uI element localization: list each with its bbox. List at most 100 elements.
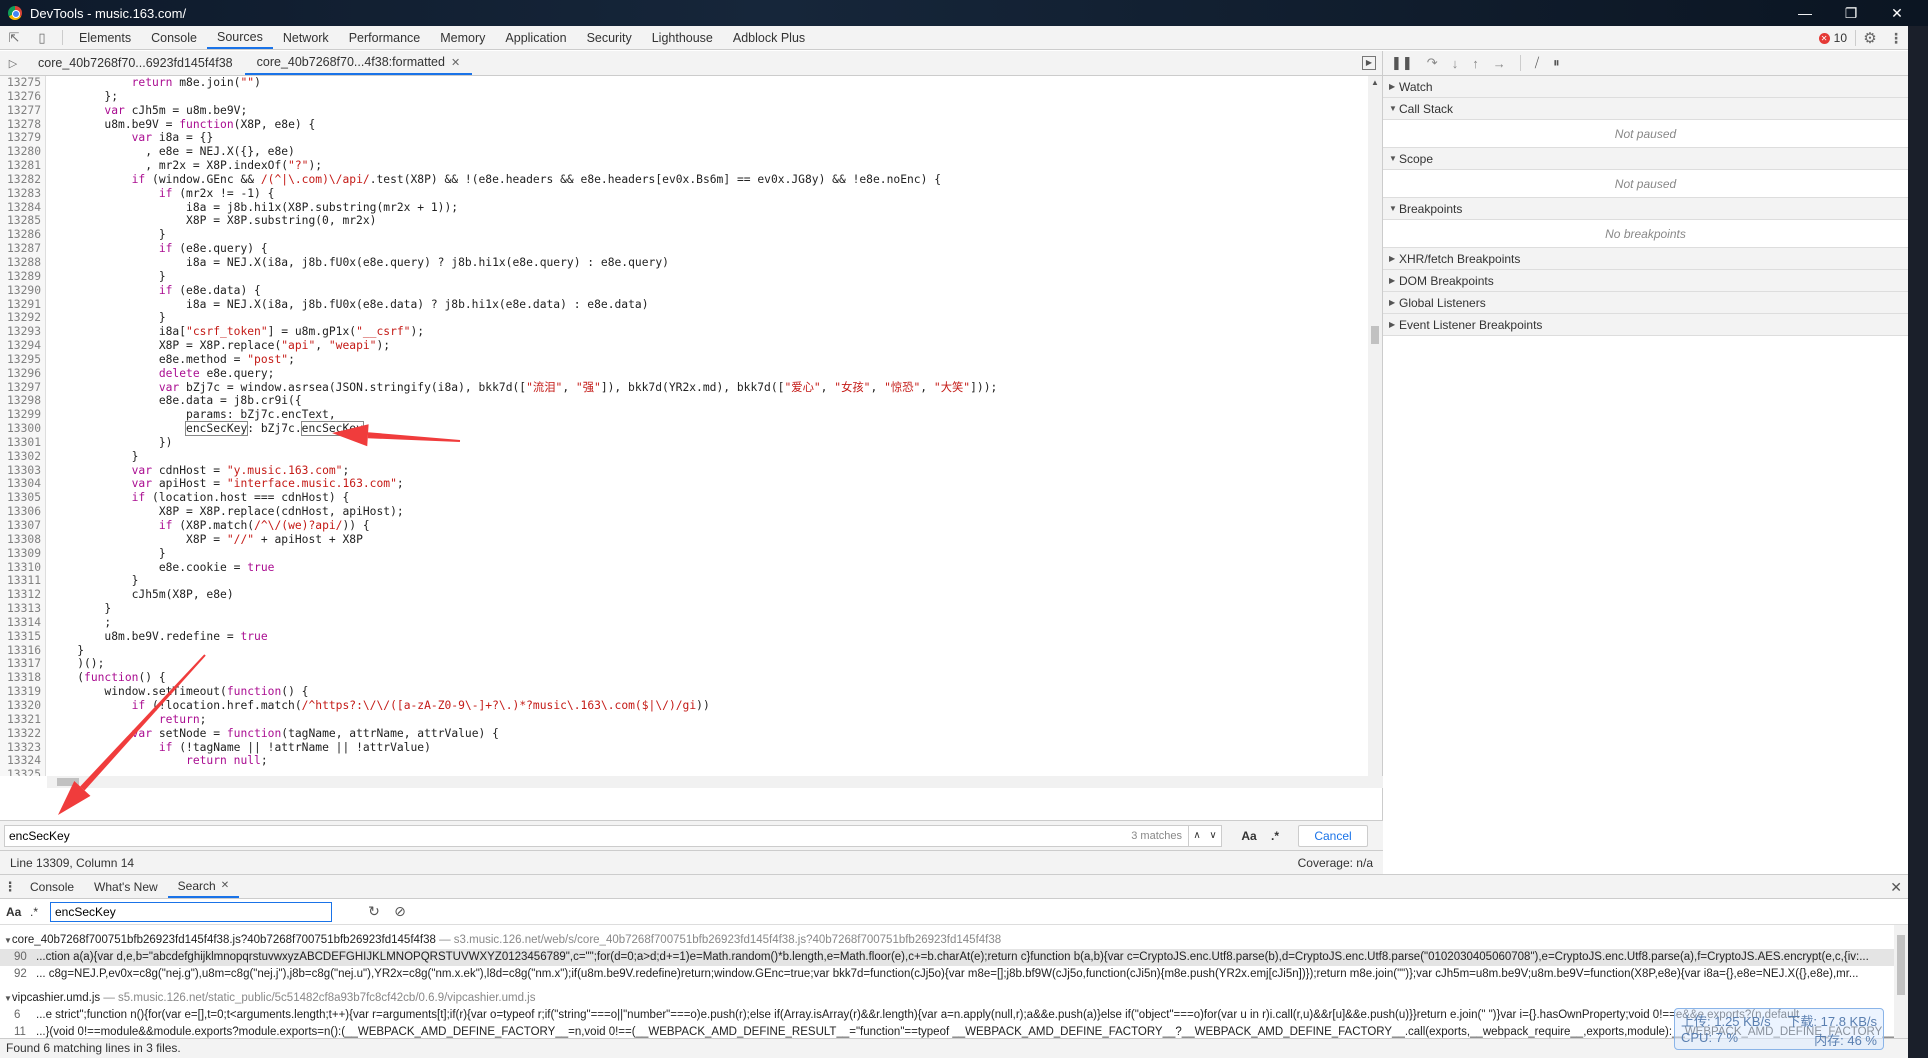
step-out-icon[interactable]: ↑ [1472, 56, 1479, 71]
line-number[interactable]: 13311 [0, 574, 46, 589]
line-number[interactable]: 13286 [0, 228, 46, 243]
line-number[interactable]: 13294 [0, 339, 46, 353]
line-number[interactable]: 13290 [0, 283, 46, 298]
line-number[interactable]: 13298 [0, 394, 46, 409]
clear-icon[interactable]: ⊘ [390, 903, 410, 920]
pane-watch[interactable]: ▶ Watch [1383, 76, 1908, 98]
line-number[interactable]: 13301 [0, 435, 46, 450]
line-number[interactable]: 13279 [0, 131, 46, 146]
tab-performance[interactable]: Performance [339, 26, 431, 49]
tab-adblock-plus[interactable]: Adblock Plus [723, 26, 815, 49]
tab-lighthouse[interactable]: Lighthouse [642, 26, 723, 49]
toggle-navigator-icon[interactable]: ▷ [0, 51, 26, 75]
previous-match-button[interactable]: ∧ [1189, 830, 1205, 841]
line-number[interactable]: 13317 [0, 657, 46, 672]
regex-toggle[interactable]: .* [1262, 829, 1288, 843]
line-number[interactable]: 13319 [0, 685, 46, 699]
line-number[interactable]: 13295 [0, 352, 46, 367]
line-number[interactable]: 13297 [0, 380, 46, 395]
line-number[interactable]: 13302 [0, 449, 46, 464]
line-number[interactable]: 13325 [0, 768, 46, 776]
regex-toggle[interactable]: .* [30, 905, 44, 919]
toggle-debugger-icon[interactable]: ▶ [1362, 56, 1376, 70]
line-number[interactable]: 13282 [0, 172, 46, 187]
results-scrollbar[interactable] [1894, 925, 1908, 1039]
scrollbar-thumb[interactable] [1897, 935, 1905, 995]
line-number[interactable]: 13314 [0, 615, 46, 630]
line-number[interactable]: 13312 [0, 588, 46, 603]
line-number[interactable]: 13310 [0, 560, 46, 575]
close-drawer-icon[interactable]: ✕ [1890, 879, 1902, 896]
line-number[interactable]: 13280 [0, 145, 46, 160]
drawer-tab-what-s-new[interactable]: What's New [84, 875, 168, 898]
line-number[interactable]: 13303 [0, 463, 46, 478]
file-tab[interactable]: core_40b7268f70...4f38:formatted ✕ [244, 51, 473, 75]
pane-xhr-fetch-breakpoints[interactable]: ▶ XHR/fetch Breakpoints [1383, 248, 1908, 270]
global-search-input[interactable] [50, 901, 332, 922]
tab-sources[interactable]: Sources [206, 26, 273, 49]
device-toolbar-icon[interactable]: ▯ [28, 26, 56, 49]
step-icon[interactable]: → [1493, 56, 1506, 71]
file-tab[interactable]: core_40b7268f70...6923fd145f4f38 [26, 51, 245, 75]
scroll-up-icon[interactable]: ▲ [1371, 78, 1379, 87]
close-tab-icon[interactable]: ✕ [221, 880, 229, 891]
next-match-button[interactable]: ∨ [1205, 830, 1221, 841]
minimize-button[interactable]: — [1782, 5, 1828, 21]
pane-dom-breakpoints[interactable]: ▶ DOM Breakpoints [1383, 270, 1908, 292]
line-number[interactable]: 13284 [0, 200, 46, 215]
pane-event-listener-breakpoints[interactable]: ▶ Event Listener Breakpoints [1383, 314, 1908, 336]
line-number[interactable]: 13309 [0, 546, 46, 561]
deactivate-breakpoints-icon[interactable]: ⧸ [1535, 55, 1539, 71]
step-into-icon[interactable]: ↓ [1452, 56, 1459, 71]
tab-security[interactable]: Security [577, 26, 642, 49]
pause-resume-icon[interactable]: ❚❚ [1391, 55, 1413, 71]
line-number[interactable]: 13323 [0, 740, 46, 755]
line-number[interactable]: 13304 [0, 477, 46, 492]
line-number[interactable]: 13277 [0, 103, 46, 118]
tab-network[interactable]: Network [273, 26, 339, 49]
close-tab-icon[interactable]: ✕ [451, 56, 460, 69]
line-number[interactable]: 13307 [0, 519, 46, 533]
more-options-icon[interactable]: ⋮ [1884, 30, 1908, 47]
pause-on-exceptions-icon[interactable]: ⏸ [1553, 55, 1560, 71]
line-number[interactable]: 13313 [0, 602, 46, 616]
line-number[interactable]: 13318 [0, 671, 46, 686]
match-case-toggle[interactable]: Aa [1236, 829, 1262, 843]
line-number[interactable]: 13316 [0, 643, 46, 658]
tab-memory[interactable]: Memory [430, 26, 495, 49]
pane-call-stack[interactable]: ▼ Call Stack [1383, 98, 1908, 120]
code-editor[interactable]: 13275 return m8e.join("") 13276 }; 13277 v… [0, 76, 1383, 776]
line-number[interactable]: 13306 [0, 505, 46, 519]
line-number[interactable]: 13299 [0, 408, 46, 423]
drawer-menu-icon[interactable]: ⋮ [0, 875, 20, 898]
line-number[interactable]: 13315 [0, 629, 46, 644]
line-number[interactable]: 13291 [0, 297, 46, 312]
line-number[interactable]: 13289 [0, 269, 46, 284]
line-number[interactable]: 13321 [0, 712, 46, 727]
result-file-header[interactable]: ▼vipcashier.umd.js — s5.music.126.net/st… [0, 989, 1908, 1007]
line-number[interactable]: 13300 [0, 422, 46, 436]
close-window-button[interactable]: ✕ [1874, 5, 1920, 22]
drawer-tab-console[interactable]: Console [20, 875, 84, 898]
restore-button[interactable]: ❐ [1828, 5, 1874, 22]
pane-scope[interactable]: ▼ Scope [1383, 148, 1908, 170]
match-case-toggle[interactable]: Aa [6, 905, 24, 919]
tab-application[interactable]: Application [495, 26, 576, 49]
line-number[interactable]: 13324 [0, 754, 46, 769]
line-number[interactable]: 13276 [0, 89, 46, 104]
tab-elements[interactable]: Elements [69, 26, 141, 49]
scrollbar-thumb[interactable] [1371, 326, 1379, 344]
search-result-line[interactable]: 6 ...e strict";function n(){for(var e=[],… [0, 1007, 1908, 1024]
editor-horizontal-scrollbar[interactable] [47, 776, 1383, 788]
inspect-element-icon[interactable]: ⇱ [0, 26, 28, 49]
step-over-icon[interactable]: ↷ [1427, 55, 1438, 71]
line-number[interactable]: 13288 [0, 255, 46, 270]
line-number[interactable]: 13281 [0, 159, 46, 173]
cancel-button[interactable]: Cancel [1298, 824, 1368, 847]
line-number[interactable]: 13322 [0, 726, 46, 741]
line-number[interactable]: 13275 [0, 76, 46, 90]
pane-global-listeners[interactable]: ▶ Global Listeners [1383, 292, 1908, 314]
error-counter[interactable]: ✕ 10 [1811, 30, 1856, 46]
line-number[interactable]: 13287 [0, 242, 46, 256]
line-number[interactable]: 13293 [0, 325, 46, 340]
